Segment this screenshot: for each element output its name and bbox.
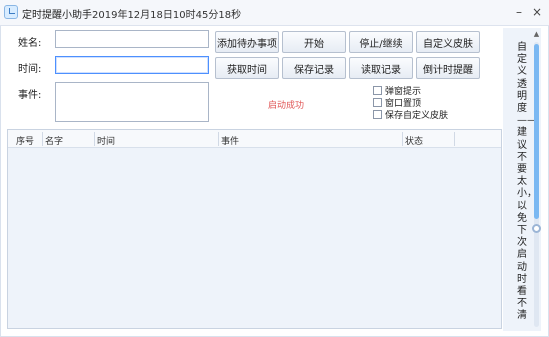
column-divider[interactable] <box>454 132 455 146</box>
time-label: 时间: <box>18 64 42 75</box>
column-header-index[interactable]: 序号 <box>16 134 34 147</box>
column-divider[interactable] <box>218 132 219 146</box>
name-input[interactable] <box>55 30 209 48</box>
checkbox-label: 保存自定义皮肤 <box>385 110 449 121</box>
checkbox-box[interactable] <box>373 109 382 119</box>
save-records-button[interactable]: 保存记录 <box>282 57 346 79</box>
window-title: 定时提醒小助手 <box>22 10 92 21</box>
table-header: 序号 名字 时间 事件 状态 <box>8 130 501 148</box>
name-label: 姓名: <box>18 38 42 49</box>
transparency-note: 自定义透明度——建议不要太小，以免下次启动时看不清 <box>517 42 537 322</box>
countdown-reminder-button[interactable]: 倒计时提醒 <box>416 57 480 79</box>
popup-alert-checkbox[interactable]: 弹窗提示 <box>373 84 421 97</box>
custom-skin-button[interactable]: 自定义皮肤 <box>416 31 480 53</box>
column-header-status[interactable]: 状态 <box>405 134 423 147</box>
caret-up-icon[interactable]: ▲ <box>532 30 541 39</box>
reminder-table[interactable]: 序号 名字 时间 事件 状态 <box>7 129 502 329</box>
checkbox-box[interactable] <box>373 85 382 95</box>
app-icon <box>4 5 18 19</box>
status-message: 启动成功 <box>268 101 305 111</box>
window-on-top-checkbox[interactable]: 窗口置顶 <box>373 96 421 109</box>
start-button[interactable]: 开始 <box>282 31 346 53</box>
add-todo-button[interactable]: 添加待办事项 <box>215 31 279 53</box>
column-divider[interactable] <box>94 132 95 146</box>
time-input[interactable] <box>55 56 209 74</box>
pause-resume-button[interactable]: 停止/继续 <box>349 31 413 53</box>
column-divider[interactable] <box>42 132 43 146</box>
column-header-event[interactable]: 事件 <box>221 134 239 147</box>
minimize-button[interactable]: – <box>510 3 528 21</box>
event-label: 事件: <box>18 90 42 101</box>
column-header-name[interactable]: 名字 <box>45 134 63 147</box>
column-divider[interactable] <box>402 132 403 146</box>
title-bar[interactable]: 定时提醒小助手 2019年12月18日10时45分18秒 – × <box>0 0 549 26</box>
get-time-button[interactable]: 获取时间 <box>215 57 279 79</box>
current-time: 2019年12月18日10时45分18秒 <box>92 10 242 21</box>
event-textarea[interactable] <box>55 82 209 122</box>
checkbox-box[interactable] <box>373 97 382 107</box>
transparency-panel: 自定义透明度——建议不要太小，以免下次启动时看不清 ▲ <box>503 28 541 331</box>
read-records-button[interactable]: 读取记录 <box>349 57 413 79</box>
save-custom-skin-checkbox[interactable]: 保存自定义皮肤 <box>373 108 449 121</box>
column-header-time[interactable]: 时间 <box>97 134 115 147</box>
transparency-slider-handle[interactable] <box>532 224 541 233</box>
close-button[interactable]: × <box>528 3 546 21</box>
transparency-slider-fill[interactable] <box>534 44 539 219</box>
